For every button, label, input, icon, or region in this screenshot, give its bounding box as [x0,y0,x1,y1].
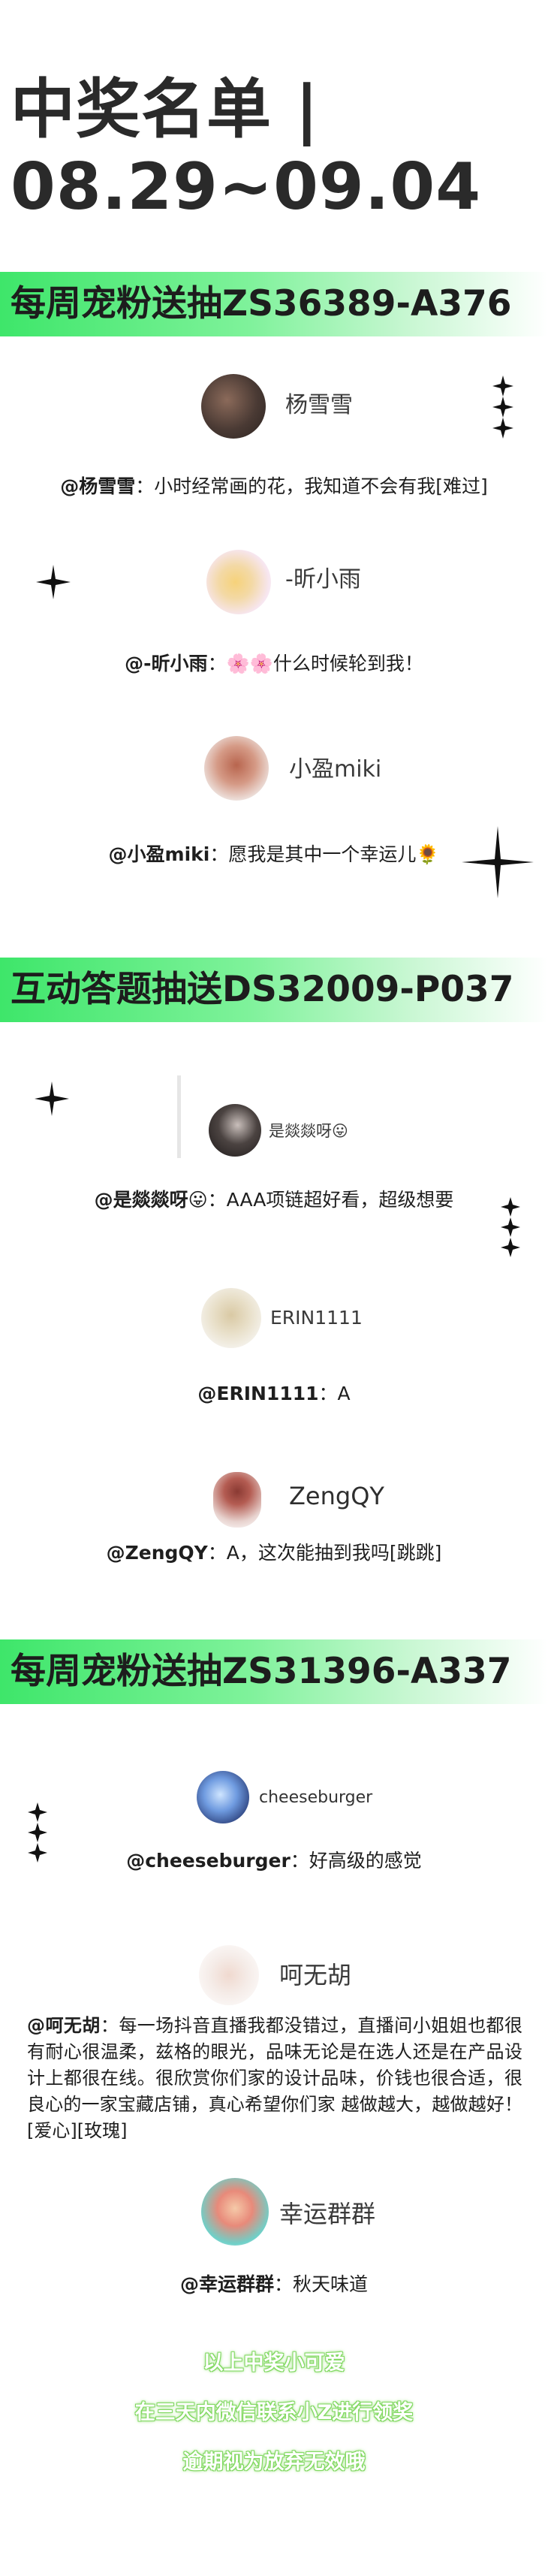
divider [177,1075,181,1158]
avatar[interactable] [197,1771,249,1823]
avatar[interactable] [206,550,271,614]
winner-handle: @幸运群群 [179,2273,274,2295]
winner-name: 呵无胡 [279,1961,352,1989]
avatar[interactable] [204,736,269,801]
winner-handle: @cheeseburger [126,1850,291,1872]
winner-name: ZengQY [289,1482,384,1510]
section-banner-title: 互动答题抽送DS32009-P037 [11,969,514,1010]
winner-comment-text: ：A [318,1383,351,1404]
page-title: 中奖名单 | 08.29~09.04 [11,71,481,226]
winner-comment: @幸运群群：秋天味道 [0,2270,548,2300]
avatar[interactable] [201,374,266,439]
section-banner-title: 每周宠粉送抽ZS36389-A376 [11,283,512,324]
winner-comment: @ZengQY：A，这次能抽到我吗[跳跳] [0,1538,548,1568]
section-banner-title: 每周宠粉送抽ZS31396-A337 [11,1651,512,1692]
winner-comment-text: ：好高级的感觉 [290,1850,422,1872]
winner-comment-text: ：🌸🌸什么时候轮到我！ [207,653,423,674]
avatar[interactable] [201,1288,261,1348]
winner-comment: @cheeseburger：好高级的感觉 [0,1846,548,1876]
winner-name: 小盈miki [289,756,382,783]
sparkle-icon [36,565,71,599]
winner-name: cheeseburger [259,1788,373,1807]
winner-name: -昕小雨 [285,566,361,593]
winner-handle: @ERIN1111 [197,1383,319,1404]
winner-comment-text: ：小时经常画的花，我知道不会有我[难过] [135,475,488,497]
winner-comment-text: ：AAA项链超好看，超级想要 [207,1189,454,1211]
winner-handle: @呵无胡 [27,2015,101,2036]
winner-name: 是燚燚呀😛 [269,1122,348,1140]
title-line-2: 08.29~09.04 [11,149,482,225]
winner-handle: @ZengQY [106,1542,208,1564]
section-banner-3: 每周宠粉送抽ZS31396-A337 [0,1639,548,1704]
winner-name: 杨雪雪 [285,392,353,418]
winner-comment: @呵无胡：每一场抖音直播我都没错过，直播间小姐姐也都很有耐心很温柔，兹格的眼光，… [27,2013,522,2144]
title-line-1: 中奖名单 | [11,72,320,147]
avatar[interactable] [199,1945,259,2005]
winner-comment-text: ：每一场抖音直播我都没错过，直播间小姐姐也都很有耐心很温柔，兹格的眼光，品味无论… [27,2015,523,2141]
avatar[interactable] [209,1104,261,1157]
sparkle-icon [492,376,513,439]
winner-name: ERIN1111 [270,1307,363,1329]
winner-comment: @ERIN1111：A [0,1379,548,1409]
winner-handle: @是燚燚呀😛 [94,1189,208,1211]
winner-comment-text: ：愿我是其中一个幸运儿🌻 [209,843,440,865]
winner-name: 幸运群群 [279,2200,376,2228]
winner-comment: @是燚燚呀😛：AAA项链超好看，超级想要 [0,1185,548,1215]
winner-handle: @杨雪雪 [60,475,136,497]
winner-handle: @小盈miki [108,843,210,865]
footer-line-3: 逾期视为放弃无效哦 [182,2451,366,2474]
sparkle-icon [501,1197,520,1257]
section-banner-2: 互动答题抽送DS32009-P037 [0,958,548,1022]
avatar[interactable] [201,2178,269,2246]
winner-comment: @杨雪雪：小时经常画的花，我知道不会有我[难过] [0,472,548,502]
sparkle-icon [462,826,534,898]
footer-line-1: 以上中奖小可爱 [203,2351,345,2375]
winner-handle: @-昕小雨 [125,653,208,674]
winner-comment-text: ：秋天味道 [274,2273,369,2295]
section-banner-1: 每周宠粉送抽ZS36389-A376 [0,272,548,336]
footer-line-2: 在三天内微信联系小Z进行领奖 [134,2401,414,2424]
winner-list-page: 中奖名单 | 08.29~09.04 每周宠粉送抽ZS36389-A376 杨雪… [0,0,548,2576]
sparkle-icon [35,1081,69,1116]
winner-comment-text: ：A，这次能抽到我吗[跳跳] [207,1542,442,1564]
avatar[interactable] [213,1472,261,1528]
winner-comment: @-昕小雨：🌸🌸什么时候轮到我！ [0,649,548,679]
